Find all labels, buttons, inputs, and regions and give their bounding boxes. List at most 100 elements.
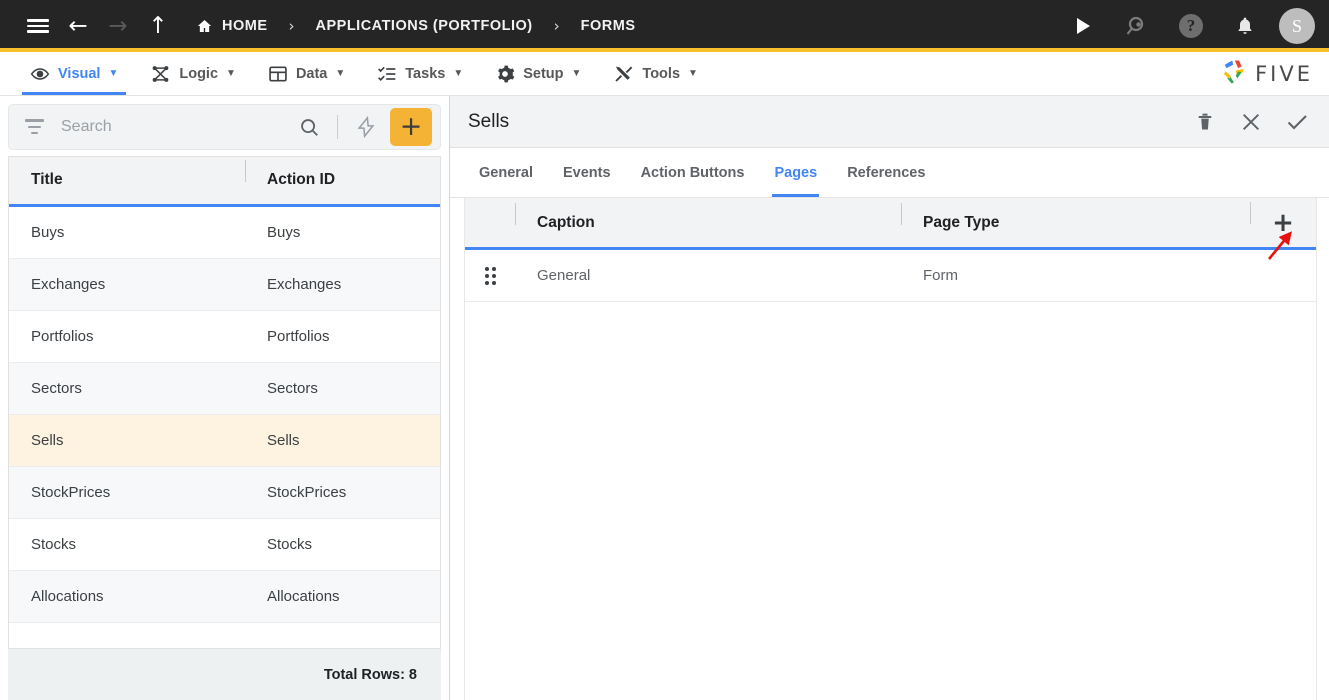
menu-item-setup[interactable]: Setup ▼ bbox=[479, 52, 597, 95]
chevron-down-icon: ▼ bbox=[688, 68, 698, 79]
table-row[interactable]: Allocations Allocations bbox=[9, 570, 440, 623]
forms-grid-header: Title Action ID bbox=[9, 156, 440, 207]
tools-icon bbox=[613, 64, 634, 84]
breadcrumb-separator: › bbox=[288, 17, 295, 35]
forms-grid-body: Buys Buys Exchanges Exchanges Portfolios… bbox=[9, 206, 440, 648]
table-row[interactable]: Buys Buys bbox=[9, 206, 440, 259]
menu-item-tasks[interactable]: Tasks ▼ bbox=[361, 52, 479, 95]
forward-navigation-icon[interactable]: → bbox=[98, 0, 138, 52]
cell-action-id: StockPrices bbox=[267, 483, 347, 501]
cell-action-id: Stocks bbox=[267, 535, 313, 553]
add-form-plus-label: + bbox=[399, 110, 423, 142]
run-icon[interactable] bbox=[1059, 0, 1107, 52]
menu-item-tools[interactable]: Tools ▼ bbox=[597, 52, 714, 95]
cell-title: StockPrices bbox=[31, 483, 111, 501]
close-icon[interactable] bbox=[1233, 104, 1269, 140]
pages-grid-header: Caption Page Type + bbox=[465, 198, 1316, 250]
tab-label-general: General bbox=[479, 164, 533, 181]
tab-references[interactable]: References bbox=[832, 148, 940, 197]
breadcrumb-item-home[interactable]: HOME bbox=[192, 18, 272, 34]
table-grid-icon bbox=[268, 64, 288, 84]
brand-logo: FIVE bbox=[1220, 52, 1329, 95]
notifications-bell-icon[interactable] bbox=[1221, 0, 1269, 52]
breadcrumb-item-applications[interactable]: APPLICATIONS (PORTFOLIO) bbox=[312, 18, 537, 34]
table-row[interactable]: Sectors Sectors bbox=[9, 362, 440, 415]
delete-icon[interactable] bbox=[1187, 104, 1223, 140]
top-navigation-bar: ← → ↑ HOME › APPLICATIONS (PORTFOLIO) › … bbox=[0, 0, 1329, 52]
menu-item-visual[interactable]: Visual ▼ bbox=[14, 52, 134, 95]
menu-label-tasks: Tasks bbox=[405, 65, 446, 82]
five-pinwheel-icon bbox=[1220, 58, 1248, 90]
add-page-button[interactable]: + bbox=[1250, 201, 1316, 238]
form-detail-panel: Sells General Events Action Buttons Page… bbox=[450, 96, 1329, 700]
tab-general[interactable]: General bbox=[464, 148, 548, 197]
checklist-icon bbox=[377, 64, 397, 84]
breadcrumb-separator: › bbox=[553, 17, 560, 35]
breadcrumb-label-applications: APPLICATIONS (PORTFOLIO) bbox=[315, 18, 533, 34]
pages-grid: Caption Page Type + General Form bbox=[464, 198, 1317, 700]
column-header-action-id[interactable]: Action ID bbox=[245, 160, 440, 189]
hamburger-menu-icon[interactable] bbox=[18, 0, 58, 52]
filter-icon[interactable] bbox=[17, 119, 51, 135]
cell-action-id: Sells bbox=[267, 431, 300, 449]
menu-item-data[interactable]: Data ▼ bbox=[252, 52, 361, 95]
up-navigation-icon[interactable]: ↑ bbox=[138, 0, 178, 52]
breadcrumb-label-forms: FORMS bbox=[580, 18, 636, 34]
chevron-down-icon: ▼ bbox=[108, 68, 119, 79]
table-row[interactable]: Exchanges Exchanges bbox=[9, 258, 440, 311]
cell-title: Sectors bbox=[31, 379, 82, 397]
table-row[interactable]: StockPrices StockPrices bbox=[9, 466, 440, 519]
table-row[interactable]: General Form bbox=[465, 250, 1316, 302]
column-header-title[interactable]: Title bbox=[9, 171, 245, 189]
tab-label-events: Events bbox=[563, 164, 611, 181]
grid-empty-space bbox=[9, 622, 440, 648]
table-row-selected[interactable]: Sells Sells bbox=[9, 414, 440, 467]
brand-name: FIVE bbox=[1255, 61, 1313, 86]
chevron-down-icon: ▼ bbox=[226, 68, 236, 79]
avatar[interactable]: S bbox=[1279, 8, 1315, 44]
column-header-page-type[interactable]: Page Type bbox=[901, 202, 1250, 232]
add-page-plus-label: + bbox=[1272, 207, 1294, 238]
cell-title: Sells bbox=[31, 431, 64, 449]
search-input[interactable] bbox=[55, 117, 287, 136]
cell-title: Exchanges bbox=[31, 275, 106, 293]
toolbar-divider bbox=[337, 114, 338, 139]
total-rows-label: Total Rows: 8 bbox=[323, 666, 417, 683]
search-icon[interactable] bbox=[1113, 0, 1161, 52]
tab-label-action-buttons: Action Buttons bbox=[640, 164, 745, 181]
menu-label-logic: Logic bbox=[179, 65, 219, 82]
cell-title: Portfolios bbox=[31, 327, 94, 345]
back-navigation-icon[interactable]: ← bbox=[58, 0, 98, 52]
gear-icon bbox=[495, 64, 515, 84]
detail-tabs: General Events Action Buttons Pages Refe… bbox=[450, 148, 1329, 198]
menu-item-logic[interactable]: Logic ▼ bbox=[134, 52, 252, 95]
cell-title: Stocks bbox=[31, 535, 77, 553]
cell-action-id: Allocations bbox=[267, 587, 340, 605]
cell-action-id: Exchanges bbox=[267, 275, 342, 293]
page-title: Sells bbox=[468, 110, 510, 132]
breadcrumb-label-home: HOME bbox=[222, 18, 268, 34]
tab-events[interactable]: Events bbox=[548, 148, 626, 197]
cell-action-id: Sectors bbox=[267, 379, 318, 397]
breadcrumb-item-forms[interactable]: FORMS bbox=[577, 18, 640, 34]
menu-label-tools: Tools bbox=[642, 65, 681, 82]
cell-caption: General bbox=[537, 267, 591, 284]
lightning-bolt-icon[interactable] bbox=[348, 109, 384, 145]
drag-handle-icon[interactable] bbox=[465, 266, 515, 285]
tab-action-buttons[interactable]: Action Buttons bbox=[626, 148, 760, 197]
tab-pages[interactable]: Pages bbox=[759, 148, 832, 197]
table-row[interactable]: Stocks Stocks bbox=[9, 518, 440, 571]
help-icon[interactable]: ? bbox=[1167, 0, 1215, 52]
chevron-down-icon: ▼ bbox=[453, 68, 464, 79]
forms-list-panel: + Title Action ID Buys Buys Exchanges Ex… bbox=[0, 96, 450, 700]
table-row[interactable]: Portfolios Portfolios bbox=[9, 310, 440, 363]
save-check-icon[interactable] bbox=[1279, 104, 1315, 140]
menu-label-data: Data bbox=[295, 65, 328, 82]
add-form-button[interactable]: + bbox=[390, 107, 432, 146]
module-menu-bar: Visual ▼ Logic ▼ Data ▼ Tasks ▼ Setup ▼ … bbox=[0, 52, 1329, 96]
cell-action-id: Portfolios bbox=[267, 327, 330, 345]
search-icon[interactable] bbox=[291, 109, 327, 145]
column-header-caption[interactable]: Caption bbox=[515, 202, 901, 232]
cell-title: Allocations bbox=[31, 587, 104, 605]
tab-label-pages: Pages bbox=[774, 164, 818, 181]
